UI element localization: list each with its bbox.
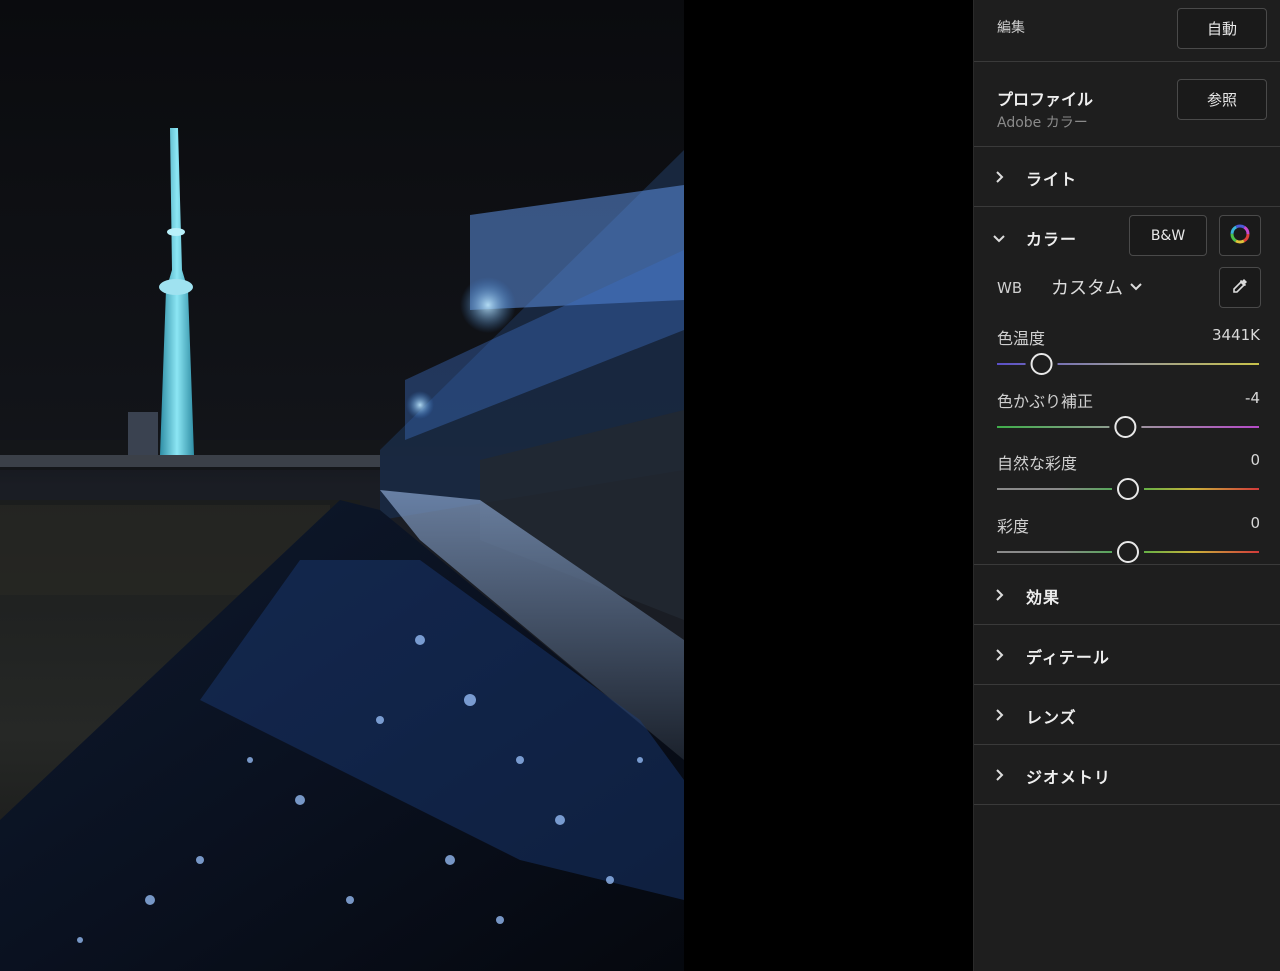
slider-track[interactable] [997,477,1259,501]
edit-panel: 編集 自動 プロファイル Adobe カラー 参照 ライト カラー B&W WB… [973,0,1280,971]
section-detail[interactable]: ディテール [974,625,1280,685]
chevron-right-icon [992,588,1006,602]
section-detail-title: ディテール [1026,648,1110,667]
slider-value[interactable]: 3441K [1212,326,1260,344]
edit-header: 編集 自動 [974,0,1280,62]
chevron-right-icon [992,768,1006,782]
chevron-right-icon [992,708,1006,722]
slider-knob[interactable] [1030,353,1053,375]
wb-eyedropper-button[interactable] [1219,267,1261,308]
color-wheel-icon [1229,223,1251,249]
slider-track[interactable] [997,415,1259,439]
chevron-down-icon [1129,278,1143,297]
wb-value: カスタム [1051,278,1123,299]
bw-button[interactable]: B&W [1129,215,1207,256]
slider-track[interactable] [997,540,1259,564]
slider-knob[interactable] [1117,540,1139,563]
edit-title: 編集 [997,20,1025,36]
section-lens[interactable]: レンズ [974,685,1280,745]
browse-profile-button[interactable]: 参照 [1177,79,1267,120]
slider-track[interactable] [997,352,1259,376]
chevron-down-icon[interactable] [992,231,1006,245]
profile-section: プロファイル Adobe カラー 参照 [974,62,1280,147]
slider-value[interactable]: -4 [1245,389,1260,407]
section-effects-title: 効果 [1026,588,1061,607]
slider-value[interactable]: 0 [1250,451,1260,469]
night-photo [0,0,684,971]
wb-label: WB [997,279,1023,297]
slider-knob[interactable] [1117,478,1139,500]
profile-value: Adobe カラー [997,115,1088,131]
photo-canvas [0,0,973,971]
slider-label: 彩度 [997,516,1030,536]
section-color: カラー B&W WB カスタム 色温度 3441K 色かぶり補正 -4 自然な彩… [974,207,1280,565]
section-geometry[interactable]: ジオメトリ [974,745,1280,805]
auto-button[interactable]: 自動 [1177,8,1267,49]
chevron-right-icon [992,170,1006,184]
slider-knob[interactable] [1114,415,1137,438]
wb-dropdown[interactable]: カスタム [1051,275,1143,299]
chevron-right-icon [992,648,1006,662]
section-light-title: ライト [1026,170,1078,189]
profile-title: プロファイル [997,90,1094,109]
slider-value[interactable]: 0 [1250,514,1260,532]
section-color-title[interactable]: カラー [1026,226,1077,250]
section-geometry-title: ジオメトリ [1026,768,1112,787]
section-lens-title: レンズ [1026,708,1077,727]
eyedropper-icon [1230,276,1250,300]
section-effects[interactable]: 効果 [974,565,1280,625]
section-light[interactable]: ライト [974,147,1280,207]
slider-label: 色温度 [997,329,1046,348]
slider-label: 自然な彩度 [997,454,1078,473]
color-mixer-button[interactable] [1219,215,1261,256]
slider-label: 色かぶり補正 [997,391,1094,411]
